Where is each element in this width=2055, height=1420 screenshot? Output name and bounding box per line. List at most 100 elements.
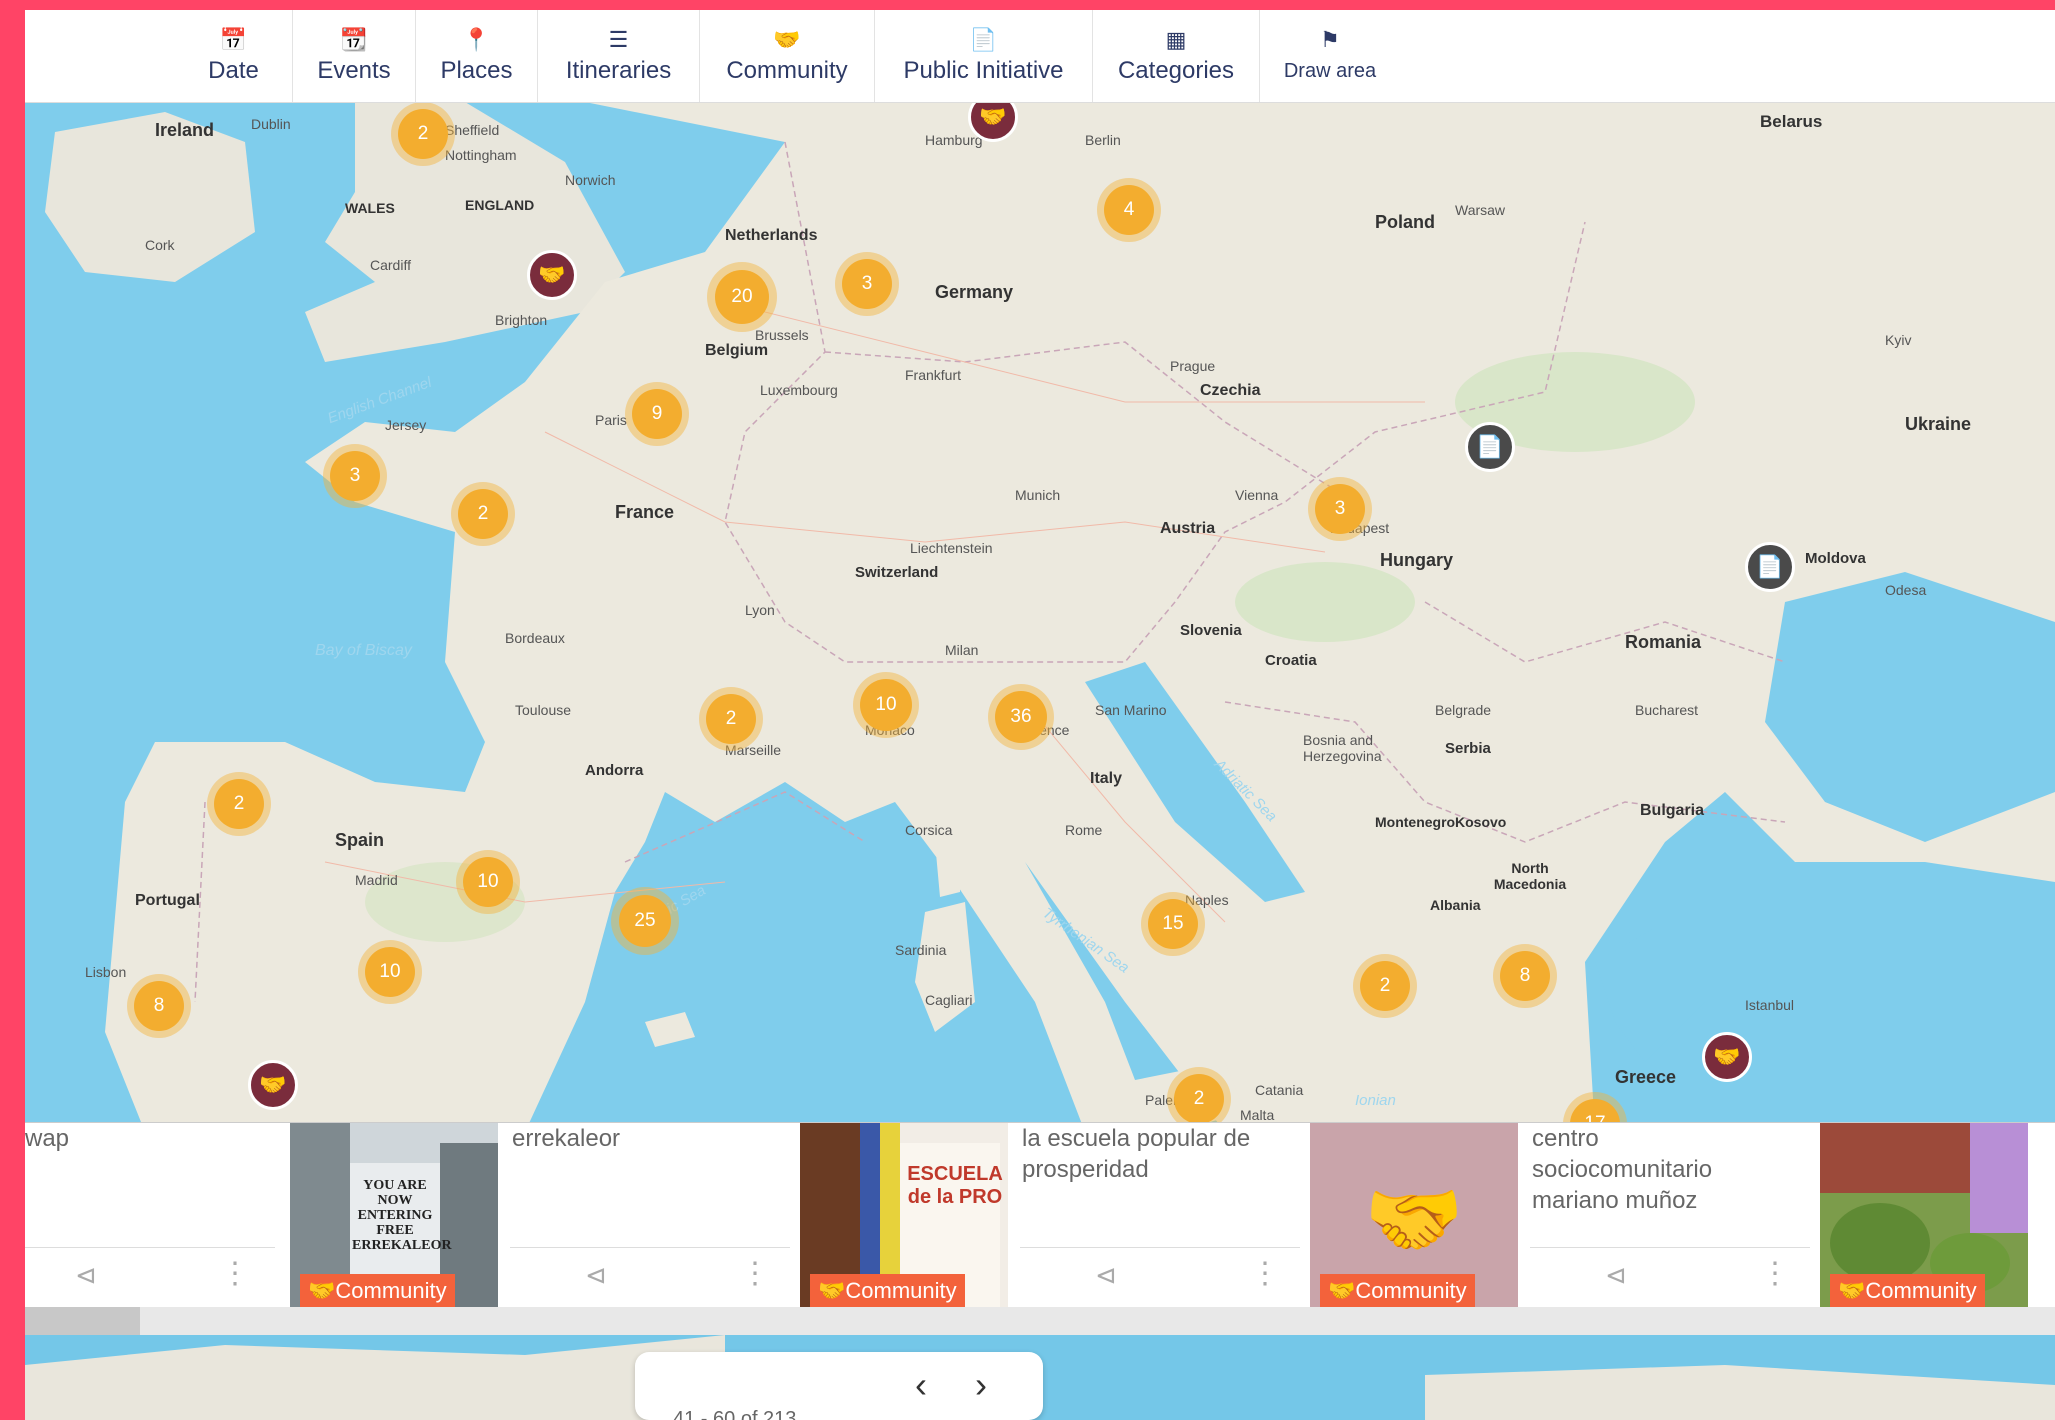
next-page-button[interactable]: ›: [975, 1364, 987, 1406]
handshake-icon: 🤝: [773, 27, 801, 52]
share-icon[interactable]: ⊲: [585, 1260, 607, 1291]
card-image-text: ESCUELA de la PRO: [907, 1163, 1003, 1208]
cluster-marker[interactable]: 25: [611, 887, 679, 955]
filter-public-initiative-button[interactable]: 📄 Public Initiative: [875, 10, 1093, 102]
cluster-count: 20: [715, 270, 769, 324]
handshake-icon: 🤝: [1328, 1278, 1356, 1303]
map-label-croatia: Croatia: [1265, 652, 1317, 669]
map-label-lyon: Lyon: [745, 602, 775, 618]
map-label-england: ENGLAND: [465, 197, 535, 213]
result-card[interactable]: ESCUELA de la PRO 🤝Community la escuela …: [800, 1123, 1310, 1308]
map-label-andorra: Andorra: [585, 762, 644, 779]
community-marker[interactable]: 🤝: [527, 250, 577, 300]
filter-itineraries-label: Itineraries: [565, 57, 672, 84]
cluster-count: 10: [365, 947, 415, 997]
map-label-slovenia: Slovenia: [1180, 622, 1242, 639]
result-card[interactable]: wap ⊲ ⋮: [25, 1123, 290, 1308]
cluster-marker[interactable]: 2: [451, 482, 515, 546]
cluster-marker[interactable]: 15: [1141, 892, 1205, 956]
share-icon[interactable]: ⊲: [1605, 1260, 1627, 1291]
map-label-bulgaria: Bulgaria: [1640, 802, 1705, 819]
cluster-marker[interactable]: 3: [1308, 477, 1372, 541]
filter-events-button[interactable]: 📆 Events: [293, 10, 416, 102]
map-label-wales: WALES: [345, 200, 395, 216]
map-label-liechtenstein: Liechtenstein: [910, 540, 993, 556]
card-title: la escuela popular de prosperidad: [1022, 1125, 1251, 1183]
cluster-count: 10: [860, 679, 912, 731]
map-label-albania: Albania: [1430, 897, 1481, 913]
public-initiative-marker[interactable]: 📄: [1465, 422, 1515, 472]
cluster-count: 10: [463, 857, 513, 907]
map-label-hamburg: Hamburg: [925, 132, 983, 148]
cluster-marker[interactable]: 4: [1097, 178, 1161, 242]
cluster-marker[interactable]: 2: [699, 687, 763, 751]
more-options-icon[interactable]: ⋮: [1250, 1256, 1280, 1291]
card-actions: ⊲ ⋮: [510, 1247, 790, 1308]
map-label-netherlands: Netherlands: [725, 227, 818, 244]
map-label-brighton: Brighton: [495, 312, 548, 328]
map-label-czechia: Czechia: [1200, 382, 1261, 399]
handshake-icon: 🤝: [818, 1278, 846, 1303]
cluster-marker[interactable]: 8: [1493, 944, 1557, 1008]
card-actions: ⊲ ⋮: [1020, 1247, 1300, 1308]
map-label-ionian: Ionian: [1355, 1092, 1396, 1109]
map-label-paris: Paris: [595, 412, 627, 428]
cluster-marker[interactable]: 20: [707, 262, 777, 332]
map-canvas[interactable]: Ireland Dublin Sheffield Nottingham Norw…: [25, 102, 2055, 1132]
result-card[interactable]: 🤝Community: [1820, 1123, 2055, 1308]
filter-itineraries-button[interactable]: ☰ Itineraries: [538, 10, 700, 102]
community-marker[interactable]: 🤝: [248, 1060, 298, 1110]
map-label-kosovo: Kosovo: [1455, 814, 1507, 830]
more-options-icon[interactable]: ⋮: [1760, 1256, 1790, 1291]
more-options-icon[interactable]: ⋮: [740, 1256, 770, 1291]
card-tag-label: Community: [1355, 1278, 1467, 1303]
carousel-scrollbar-thumb[interactable]: [25, 1307, 140, 1335]
map-label-bay-of-biscay: Bay of Biscay: [315, 642, 412, 659]
cluster-marker[interactable]: 36: [988, 684, 1054, 750]
carousel-scrollbar[interactable]: [25, 1307, 2055, 1335]
map-label-warsaw: Warsaw: [1455, 202, 1506, 218]
map-label-romania: Romania: [1625, 632, 1702, 652]
draw-area-icon: ⚑: [1320, 27, 1340, 52]
filter-places-button[interactable]: 📍 Places: [416, 10, 538, 102]
cluster-marker[interactable]: 2: [1353, 954, 1417, 1018]
more-options-icon[interactable]: ⋮: [220, 1256, 250, 1291]
cluster-count: 15: [1148, 899, 1198, 949]
results-carousel[interactable]: wap ⊲ ⋮ YOU ARE NOW ENTERING FREE ERREKA…: [25, 1122, 2055, 1308]
map-label-belarus: Belarus: [1760, 112, 1823, 131]
draw-area-button[interactable]: ⚑ Draw area: [1260, 10, 1400, 102]
card-tag-label: Community: [335, 1278, 447, 1303]
cluster-marker[interactable]: 10: [456, 850, 520, 914]
result-card[interactable]: 🤝 🤝Community centro sociocomunitario mar…: [1310, 1123, 1820, 1308]
public-initiative-marker[interactable]: 📄: [1745, 542, 1795, 592]
map-label-luxembourg: Luxembourg: [760, 382, 838, 398]
cluster-marker[interactable]: 9: [625, 382, 689, 446]
map-basemap: [25, 102, 2055, 1132]
cluster-marker[interactable]: 10: [853, 672, 919, 738]
map-label-dublin: Dublin: [251, 116, 291, 132]
map-pin-icon: 📍: [462, 27, 491, 52]
result-card[interactable]: YOU ARE NOW ENTERING FREE ERREKALEOR 🤝Co…: [290, 1123, 800, 1308]
map-label-sardinia: Sardinia: [895, 942, 947, 958]
community-marker[interactable]: 🤝: [1702, 1032, 1752, 1082]
cluster-count: 2: [706, 694, 756, 744]
cluster-marker[interactable]: 2: [391, 102, 455, 166]
map-label-hungary: Hungary: [1380, 550, 1454, 570]
cluster-marker[interactable]: 10: [358, 940, 422, 1004]
filter-community-button[interactable]: 🤝 Community: [700, 10, 875, 102]
cluster-marker[interactable]: 3: [835, 252, 899, 316]
filter-places-label: Places: [440, 57, 513, 84]
cluster-marker[interactable]: 8: [127, 974, 191, 1038]
share-icon[interactable]: ⊲: [1095, 1260, 1117, 1291]
handshake-icon: 🤝: [1838, 1278, 1866, 1303]
cluster-marker[interactable]: 2: [207, 772, 271, 836]
filter-categories-button[interactable]: ▦ Categories: [1093, 10, 1260, 102]
prev-page-button[interactable]: ‹: [915, 1364, 927, 1406]
share-icon[interactable]: ⊲: [75, 1260, 97, 1291]
handshake-icon: 🤝: [538, 262, 566, 287]
handshake-icon: 🤝: [308, 1278, 336, 1303]
cluster-marker[interactable]: 3: [323, 444, 387, 508]
map-label-prague: Prague: [1170, 358, 1216, 374]
map-label-greece: Greece: [1615, 1067, 1677, 1087]
filter-date-button[interactable]: 📅 Date: [175, 10, 293, 102]
